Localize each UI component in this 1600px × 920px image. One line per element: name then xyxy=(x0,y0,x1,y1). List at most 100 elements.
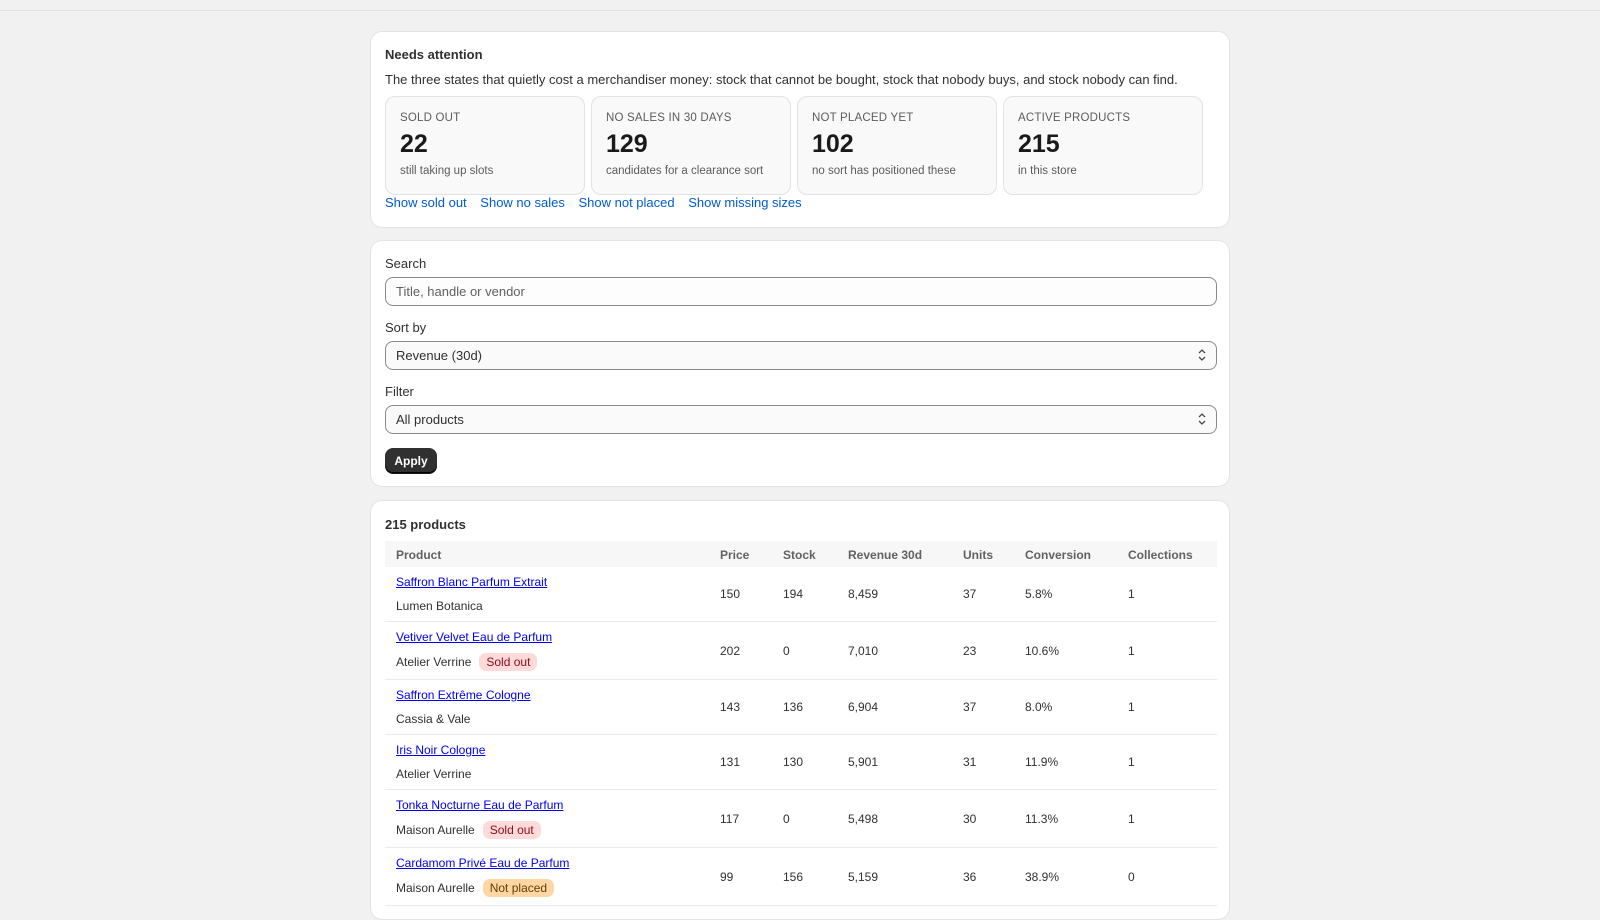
search-label: Search xyxy=(385,256,427,271)
stat-card-not-placed: NOT PLACED YET 102 no sort has positione… xyxy=(797,96,997,195)
product-title-link[interactable]: Iris Noir Cologne xyxy=(396,743,485,757)
cell-collections: 1 xyxy=(1128,812,1135,826)
cell-stock: 0 xyxy=(783,644,790,658)
sort-by-label: Sort by xyxy=(385,320,427,335)
needs-attention-card: Needs attention The three states that qu… xyxy=(370,31,1230,228)
products-card: 215 products Product Price Stock Revenue… xyxy=(370,500,1230,920)
stat-subtext: in this store xyxy=(1018,165,1077,177)
column-header-product[interactable]: Product xyxy=(396,548,441,562)
cell-stock: 194 xyxy=(783,587,804,601)
cell-price: 150 xyxy=(720,587,741,601)
cell-stock: 136 xyxy=(783,700,804,714)
product-vendor: Maison Aurelle Sold out xyxy=(396,821,541,839)
cell-conversion: 10.6% xyxy=(1025,644,1060,658)
column-header-units[interactable]: Units xyxy=(963,548,993,562)
column-header-revenue[interactable]: Revenue 30d xyxy=(848,548,922,562)
cell-conversion: 11.3% xyxy=(1025,812,1059,826)
cell-units: 23 xyxy=(963,644,977,658)
cell-collections: 1 xyxy=(1128,587,1135,601)
column-header-stock[interactable]: Stock xyxy=(783,548,816,562)
product-vendor: Maison Aurelle Not placed xyxy=(396,879,555,897)
select-chevron-icon xyxy=(1198,349,1206,361)
cell-revenue: 5,901 xyxy=(848,755,879,769)
cell-stock: 156 xyxy=(783,870,804,884)
show-no-sales-link[interactable]: Show no sales xyxy=(480,195,565,210)
cell-price: 131 xyxy=(720,755,741,769)
product-title-link[interactable]: Vetiver Velvet Eau de Parfum xyxy=(396,630,552,644)
product-title-link[interactable]: Cardamom Privé Eau de Parfum xyxy=(396,856,569,870)
not-placed-badge: Not placed xyxy=(482,879,555,897)
vendor-name: Maison Aurelle xyxy=(396,823,475,837)
cell-units: 37 xyxy=(963,700,977,714)
product-vendor: Lumen Botanica xyxy=(396,599,483,613)
cell-units: 31 xyxy=(963,755,977,769)
sort-by-select[interactable]: Revenue (30d) xyxy=(385,341,1217,370)
vendor-name: Atelier Verrine xyxy=(396,767,472,781)
needs-attention-title: Needs attention xyxy=(385,47,483,62)
cell-revenue: 5,498 xyxy=(848,812,879,826)
product-title-link[interactable]: Saffron Blanc Parfum Extrait xyxy=(396,575,547,589)
cell-conversion: 38.9% xyxy=(1025,870,1060,884)
filter-label: Filter xyxy=(385,384,414,399)
cell-units: 37 xyxy=(963,587,977,601)
show-missing-sizes-link[interactable]: Show missing sizes xyxy=(688,195,801,210)
vendor-name: Maison Aurelle xyxy=(396,881,475,895)
stat-label: ACTIVE PRODUCTS xyxy=(1018,112,1131,124)
cell-collections: 0 xyxy=(1128,870,1135,884)
show-not-placed-link[interactable]: Show not placed xyxy=(578,195,674,210)
cell-conversion: 8.0% xyxy=(1025,700,1053,714)
stat-label: NO SALES IN 30 DAYS xyxy=(606,112,732,124)
vendor-name: Cassia & Vale xyxy=(396,712,471,726)
product-title-link[interactable]: Tonka Nocturne Eau de Parfum xyxy=(396,798,563,812)
cell-collections: 1 xyxy=(1128,755,1135,769)
cell-units: 36 xyxy=(963,870,977,884)
cell-price: 143 xyxy=(720,700,741,714)
cell-units: 30 xyxy=(963,812,977,826)
top-bar xyxy=(0,0,1600,11)
stat-subtext: still taking up slots xyxy=(400,165,494,177)
stat-value: 215 xyxy=(1018,130,1060,158)
table-header: Product Price Stock Revenue 30d Units Co… xyxy=(385,541,1217,567)
stat-value: 22 xyxy=(400,130,428,158)
cell-price: 202 xyxy=(720,644,741,658)
apply-button[interactable]: Apply xyxy=(385,448,437,473)
cell-revenue: 5,159 xyxy=(848,870,879,884)
stat-value: 102 xyxy=(812,130,854,158)
search-input[interactable] xyxy=(385,277,1217,306)
sort-by-value: Revenue (30d) xyxy=(396,348,482,363)
cell-conversion: 11.9% xyxy=(1025,755,1059,769)
product-title-link[interactable]: Saffron Extrême Cologne xyxy=(396,688,531,702)
cell-stock: 0 xyxy=(783,812,790,826)
product-count: 215 products xyxy=(385,517,466,532)
vendor-name: Lumen Botanica xyxy=(396,599,483,613)
cell-revenue: 7,010 xyxy=(848,644,879,658)
stat-subtext: no sort has positioned these xyxy=(812,165,956,177)
products-table: Product Price Stock Revenue 30d Units Co… xyxy=(385,541,1217,906)
column-header-conversion[interactable]: Conversion xyxy=(1025,548,1091,562)
table-row: Saffron Extrême Cologne Cassia & Vale 143 1… xyxy=(385,680,1217,735)
product-vendor: Cassia & Vale xyxy=(396,712,470,726)
sold-out-badge: Sold out xyxy=(479,653,538,671)
cell-revenue: 8,459 xyxy=(848,587,879,601)
table-row: Vetiver Velvet Eau de Parfum Atelier Verr… xyxy=(385,622,1217,680)
cell-conversion: 5.8% xyxy=(1025,587,1053,601)
show-sold-out-link[interactable]: Show sold out xyxy=(385,195,467,210)
column-header-price[interactable]: Price xyxy=(720,548,749,562)
stat-value: 129 xyxy=(606,130,648,158)
quick-filter-links: Show sold out Show no sales Show not pla… xyxy=(385,195,812,210)
stat-label: NOT PLACED YET xyxy=(812,112,914,124)
table-row: Iris Noir Cologne Atelier Verrine 131 130 5,… xyxy=(385,735,1217,790)
stat-label: SOLD OUT xyxy=(400,112,461,124)
product-vendor: Atelier Verrine xyxy=(396,767,471,781)
cell-revenue: 6,904 xyxy=(848,700,879,714)
table-row: Cardamom Privé Eau de Parfum Maison Aurel… xyxy=(385,848,1217,906)
table-row: Tonka Nocturne Eau de Parfum Maison Aurel… xyxy=(385,790,1217,848)
column-header-collections[interactable]: Collections xyxy=(1128,548,1193,562)
cell-collections: 1 xyxy=(1128,644,1135,658)
needs-attention-description: The three states that quietly cost a mer… xyxy=(385,72,1178,87)
cell-collections: 1 xyxy=(1128,700,1135,714)
vendor-name: Atelier Verrine xyxy=(396,655,472,669)
filter-select[interactable]: All products xyxy=(385,405,1217,434)
cell-stock: 130 xyxy=(783,755,804,769)
sold-out-badge: Sold out xyxy=(482,821,541,839)
